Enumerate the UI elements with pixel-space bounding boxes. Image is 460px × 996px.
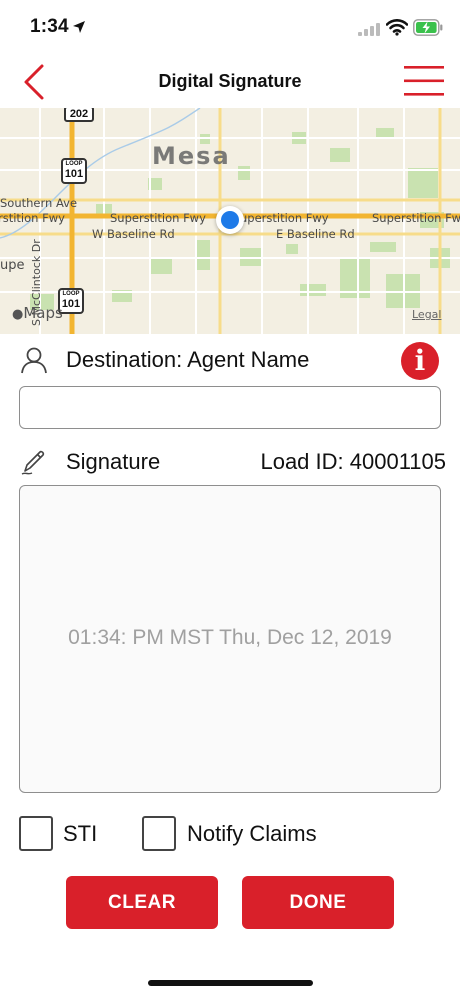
map-road-label: W Baseline Rd <box>92 227 175 241</box>
status-time: 1:34 <box>30 16 69 37</box>
battery-charging-icon <box>413 19 443 36</box>
clear-button[interactable]: CLEAR <box>66 876 218 929</box>
shield-label: 101 <box>64 168 84 180</box>
map-city-label: Mesa <box>152 142 231 170</box>
cellular-signal-icon <box>358 23 380 36</box>
highway-shield-202: 202 <box>64 108 94 122</box>
maps-logo-text: Maps <box>23 304 63 322</box>
map-road-label: Southern Ave <box>0 196 78 210</box>
notify-claims-checkbox-label[interactable]: Notify Claims <box>187 821 317 847</box>
maps-attribution: ●Maps <box>12 304 63 322</box>
shield-label: 202 <box>69 108 89 120</box>
signature-timestamp: 01:34: PM MST Thu, Dec 12, 2019 <box>68 626 392 649</box>
person-icon <box>21 347 47 374</box>
hamburger-menu-icon[interactable] <box>402 64 446 98</box>
signature-pad[interactable]: 01:34: PM MST Thu, Dec 12, 2019 <box>19 485 441 793</box>
load-id: Load ID: 40001105 <box>260 449 446 474</box>
destination-input[interactable] <box>19 386 441 429</box>
map-road-label: uperstition Fwy <box>240 211 329 225</box>
home-indicator <box>148 980 313 986</box>
highway-shield-101: LOOP 101 <box>61 158 87 184</box>
apple-logo-icon: ● <box>12 307 24 322</box>
shield-label: 101 <box>61 298 81 310</box>
status-bar: 1:34 <box>0 0 460 56</box>
map-road-label: Superstition Fwy <box>110 211 206 225</box>
done-button[interactable]: DONE <box>242 876 394 929</box>
map-road-label: rstition Fwy <box>0 211 65 225</box>
shield-loop-label: LOOP <box>62 291 80 297</box>
wifi-icon <box>386 19 408 36</box>
legal-link[interactable]: Legal <box>412 308 441 321</box>
map-road-label: Superstition Fw <box>372 211 460 225</box>
signature-label: Signature <box>66 449 161 474</box>
navigation-bar: Digital Signature <box>0 56 460 108</box>
notify-claims-checkbox[interactable] <box>142 816 176 851</box>
map-road-label: upe <box>0 258 25 273</box>
destination-label: Destination: Agent Name <box>66 347 310 372</box>
sti-checkbox-label[interactable]: STI <box>63 821 97 847</box>
location-map[interactable]: Mesa Southern Ave rstition Fwy Superstit… <box>0 108 460 334</box>
sti-checkbox[interactable] <box>19 816 53 851</box>
location-arrow-icon <box>73 21 85 33</box>
shield-loop-label: LOOP <box>65 161 83 167</box>
pen-icon <box>21 450 45 475</box>
current-location-dot <box>216 206 244 234</box>
info-icon[interactable]: i <box>401 342 439 380</box>
page-title: Digital Signature <box>158 71 302 91</box>
map-road-label: E Baseline Rd <box>276 227 355 241</box>
